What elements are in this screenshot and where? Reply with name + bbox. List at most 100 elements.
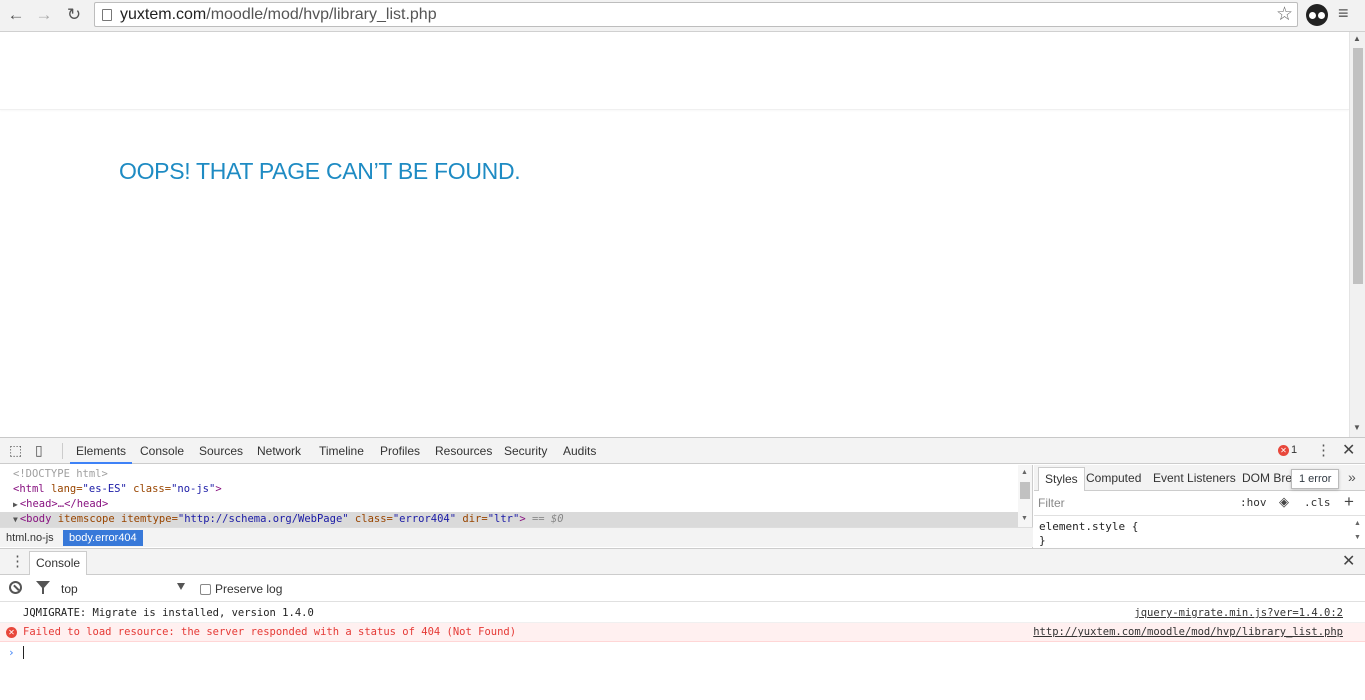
html-class-val: "no-js" <box>171 483 216 495</box>
scroll-down-icon[interactable]: ▼ <box>1354 534 1361 541</box>
page-title: OOPS! THAT PAGE CAN’T BE FOUND. <box>119 158 521 184</box>
more-options-icon[interactable]: ⋮ <box>1316 441 1331 459</box>
tab-sources[interactable]: Sources <box>193 438 249 464</box>
html-lang-val: "es-ES" <box>82 483 127 495</box>
tab-styles[interactable]: Styles <box>1038 467 1085 491</box>
drawer-tabbar: ⋮ Console ✕ <box>0 549 1365 575</box>
html-lang-attr: lang= <box>50 483 83 495</box>
chevron-down-icon[interactable] <box>177 583 185 590</box>
back-icon[interactable]: ← <box>4 4 28 26</box>
tab-computed[interactable]: Computed <box>1080 465 1147 491</box>
html-class-attr: class= <box>133 483 172 495</box>
collapse-triangle-icon[interactable]: ▼ <box>13 515 18 524</box>
color-format-icon[interactable]: ◈ <box>1279 494 1289 510</box>
tab-elements[interactable]: Elements <box>70 438 133 464</box>
dom-doctype[interactable]: <!DOCTYPE html> <box>13 467 108 482</box>
styles-filter-input[interactable]: Filter <box>1038 496 1065 510</box>
breadcrumb-body[interactable]: body.error404 <box>63 530 143 546</box>
body-tag-close: > <box>519 513 526 525</box>
error-icon: ✕ <box>1278 444 1289 456</box>
context-select[interactable]: top <box>61 582 78 596</box>
tab-timeline[interactable]: Timeline <box>313 438 370 464</box>
body-itemtype-val: "http://schema.org/WebPage" <box>177 513 349 525</box>
tab-security[interactable]: Security <box>498 438 553 464</box>
head-tag: <head>…</head> <box>19 498 109 510</box>
tab-audits[interactable]: Audits <box>557 438 602 464</box>
scroll-down-icon[interactable]: ▼ <box>1021 515 1028 522</box>
address-bar[interactable]: yuxtem.com/moodle/mod/hvp/library_list.p… <box>94 2 1298 27</box>
log-message: JQMIGRATE: Migrate is installed, version… <box>23 607 314 619</box>
drawer-menu-icon[interactable]: ⋮ <box>10 552 25 570</box>
body-dir-attr: dir= <box>462 513 488 525</box>
console-message-error: ✕ Failed to load resource: the server re… <box>0 623 1365 642</box>
scroll-up-icon[interactable]: ▲ <box>1021 469 1028 476</box>
device-mode-icon[interactable]: ▯ <box>35 442 43 459</box>
url-path: /moodle/mod/hvp/library_list.php <box>206 6 437 23</box>
page-scrollbar-thumb[interactable] <box>1353 48 1363 284</box>
filter-icon[interactable] <box>36 581 50 594</box>
extension-owl-icon[interactable] <box>1306 4 1328 26</box>
error-count: 1 <box>1291 444 1298 456</box>
bookmark-star-icon[interactable]: ☆ <box>1276 3 1293 26</box>
more-tabs-chevron-icon[interactable]: » <box>1348 469 1356 485</box>
dom-head-node[interactable]: ▶ <head>…</head> <box>13 497 108 512</box>
elements-pane: <!DOCTYPE html> <html lang="es-ES" class… <box>0 465 1033 548</box>
log-source-link[interactable]: http://yuxtem.com/moodle/mod/hvp/library… <box>1033 623 1343 642</box>
log-source-link[interactable]: jquery-migrate.min.js?ver=1.4.0:2 <box>1134 604 1343 623</box>
console-message-info: JQMIGRATE: Migrate is installed, version… <box>0 604 1365 623</box>
styles-scrollbar[interactable]: ▲ ▼ <box>1352 517 1364 547</box>
page-viewport: OOPS! THAT PAGE CAN’T BE FOUND. ▲ ▼ <box>0 32 1365 437</box>
close-drawer-icon[interactable]: ✕ <box>1342 551 1355 571</box>
element-style-rule[interactable]: element.style { } <box>1039 520 1138 548</box>
dom-html-node[interactable]: <html lang="es-ES" class="no-js"> <box>13 482 222 497</box>
devtools-panel: ⬚ ▯ Elements Console Sources Network Tim… <box>0 437 1365 700</box>
body-class-val: "error404" <box>392 513 457 525</box>
tab-event-listeners[interactable]: Event Listeners <box>1147 465 1242 491</box>
error-count-badge[interactable]: ✕ 1 <box>1278 444 1297 456</box>
elements-scrollbar[interactable]: ▲ ▼ <box>1018 465 1032 527</box>
tab-profiles[interactable]: Profiles <box>374 438 426 464</box>
doctype-text: <!DOCTYPE html> <box>13 468 108 480</box>
styles-pane: Styles Computed Event Listeners DOM Bre … <box>1034 465 1365 548</box>
console-toolbar: top Preserve log <box>0 576 1365 602</box>
error-tooltip: 1 error <box>1291 469 1340 489</box>
drawer-tab-console[interactable]: Console <box>29 551 88 575</box>
dom-body-node[interactable]: ▼ <body itemscope itemtype="http://schema… <box>0 512 1018 527</box>
html-tag: <html <box>13 483 45 495</box>
breadcrumb-html[interactable]: html.no-js <box>0 530 60 546</box>
scroll-up-icon[interactable]: ▲ <box>1354 520 1361 527</box>
error-icon: ✕ <box>6 627 17 638</box>
tab-resources[interactable]: Resources <box>429 438 498 464</box>
close-devtools-icon[interactable]: ✕ <box>1342 440 1355 460</box>
new-rule-icon[interactable]: + <box>1344 492 1354 512</box>
log-message: Failed to load resource: the server resp… <box>23 626 517 638</box>
preserve-log-label: Preserve log <box>215 582 283 596</box>
console-drawer: ⋮ Console ✕ top Preserve log JQMIGRATE: … <box>0 548 1365 700</box>
scroll-down-icon[interactable]: ▼ <box>1353 423 1361 432</box>
tab-network[interactable]: Network <box>251 438 307 464</box>
console-input[interactable] <box>23 646 24 659</box>
clear-console-icon[interactable] <box>9 581 22 594</box>
styles-tabbar: Styles Computed Event Listeners DOM Bre … <box>1034 465 1365 491</box>
console-prompt-icon: › <box>8 646 15 659</box>
tab-dom-breakpoints[interactable]: DOM Bre <box>1236 465 1298 491</box>
hover-state-toggle[interactable]: :hov <box>1240 496 1267 509</box>
reload-icon[interactable]: ↻ <box>62 4 86 26</box>
styles-filter-bar: Filter :hov ◈ .cls + <box>1034 492 1365 516</box>
url-text[interactable]: yuxtem.com/moodle/mod/hvp/library_list.p… <box>120 6 437 24</box>
expand-triangle-icon[interactable]: ▶ <box>13 500 18 509</box>
forward-icon[interactable]: → <box>32 4 56 26</box>
body-tag: <body <box>19 513 52 525</box>
html-tag-close: > <box>215 483 222 495</box>
class-toggle[interactable]: .cls <box>1304 496 1331 509</box>
tab-console[interactable]: Console <box>134 438 190 464</box>
body-class-attr: class= <box>354 513 393 525</box>
page-scrollbar[interactable]: ▲ ▼ <box>1349 32 1365 437</box>
browser-menu-icon[interactable]: ≡ <box>1338 3 1349 24</box>
preserve-log-checkbox[interactable] <box>200 584 211 595</box>
body-itemscope-attr: itemscope <box>57 513 115 525</box>
scroll-up-icon[interactable]: ▲ <box>1353 34 1361 43</box>
url-host: yuxtem.com <box>120 6 207 23</box>
inspect-element-icon[interactable]: ⬚ <box>9 442 22 459</box>
elements-scrollbar-thumb[interactable] <box>1020 482 1030 499</box>
